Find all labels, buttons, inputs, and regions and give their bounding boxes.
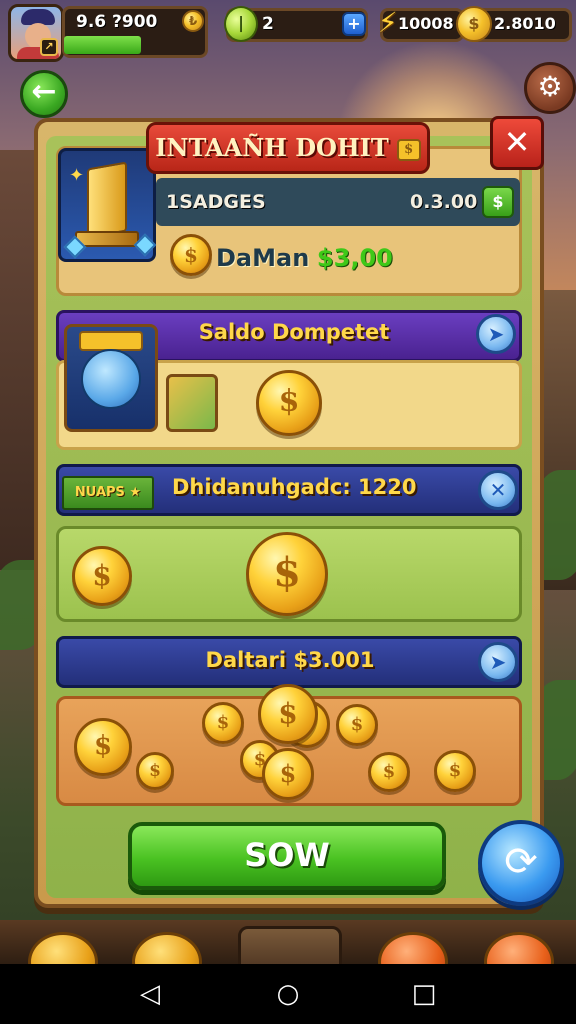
system-recent-apps-button[interactable]: □: [404, 976, 444, 1012]
add-gems-button[interactable]: +: [342, 12, 366, 36]
coin-icon: $: [336, 704, 378, 746]
wallet-balance-title: Saldo Dompetet: [198, 320, 390, 344]
dialog-title-banner: INTAAÑH DOHIT $: [146, 122, 430, 174]
sow-button[interactable]: SOW: [128, 822, 446, 890]
coin-icon: $: [74, 718, 132, 776]
level-text: 9.6 ?900: [76, 12, 158, 32]
xp-progress-bar: [64, 36, 141, 54]
coin-icon: $: [368, 752, 410, 792]
spin-button[interactable]: ⟳: [478, 820, 564, 906]
badges-label: 1SADGES: [166, 191, 266, 213]
daily-reward-title: Daltari $3.001: [205, 648, 375, 672]
gems-count: 2: [262, 14, 274, 34]
trophy-icon: [87, 161, 127, 239]
gem-icon: |: [224, 6, 258, 42]
daily-reward-arrow-button[interactable]: ➤: [478, 642, 518, 682]
dividend-ribbon: NUAPS ★: [62, 476, 154, 510]
coin-icon: $: [72, 546, 132, 606]
coin-icon: $: [170, 234, 212, 276]
system-home-button[interactable]: ○: [268, 976, 308, 1012]
dialog-title: INTAAÑH DOHIT: [155, 133, 389, 162]
claim-chip-button[interactable]: $: [482, 186, 514, 218]
character-portrait: [64, 324, 158, 432]
portrait-frame-top: [79, 331, 143, 351]
gold-coin-icon: $: [456, 6, 492, 42]
reward-value-prefix: DaMan: [216, 244, 310, 272]
settings-button[interactable]: ⚙: [524, 62, 576, 114]
sparkle-icon: ✦: [69, 165, 85, 186]
item-card: [166, 374, 218, 432]
dividend-title: Dhidanuhgadc: 1220: [172, 475, 417, 499]
energy-count: 10008: [398, 14, 454, 33]
coin-icon: $: [434, 750, 476, 792]
coin-icon: $: [246, 532, 328, 616]
level-coin-icon: ₺: [182, 10, 204, 32]
coin-icon: $: [262, 748, 314, 800]
trophy-image: ✦: [58, 148, 157, 262]
coin-icon: $: [202, 702, 244, 744]
coin-icon: $: [258, 684, 318, 744]
coin-icon: $: [256, 370, 322, 436]
system-back-button[interactable]: ◁: [130, 976, 170, 1012]
avatar-rank-badge: ↗: [40, 38, 58, 56]
reward-value-amount: $3,00: [316, 244, 393, 272]
coin-icon: $: [136, 752, 174, 790]
character-face: [81, 349, 141, 409]
wallet-arrow-button[interactable]: ➤: [476, 314, 516, 354]
reward-value: DaMan $3,00: [216, 244, 393, 272]
gold-count: 2.8010: [494, 14, 556, 33]
badges-value: 0.3.00: [410, 191, 478, 213]
title-badge-icon: $: [396, 138, 421, 161]
dividend-close-button[interactable]: ✕: [478, 470, 518, 510]
close-button[interactable]: ✕: [490, 116, 544, 170]
back-button[interactable]: ←: [20, 70, 68, 118]
